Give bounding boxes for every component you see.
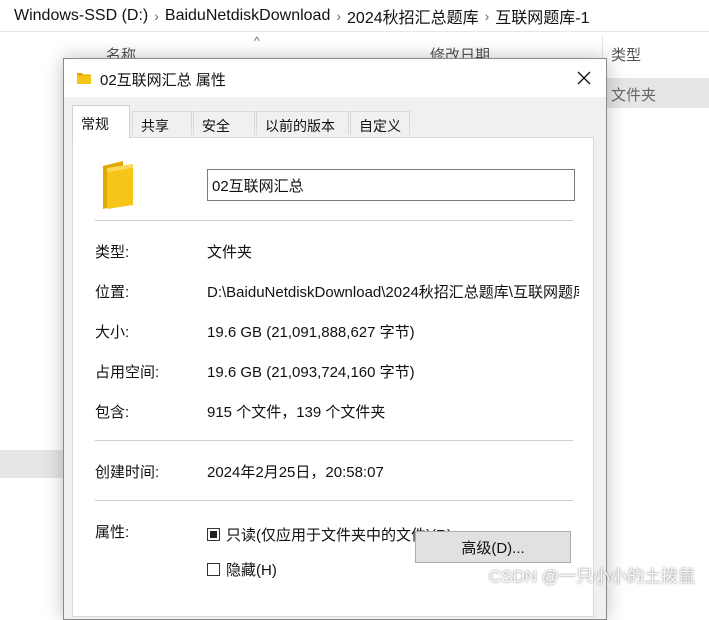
chevron-right-icon: › [336,7,342,24]
divider [95,220,573,221]
selected-row[interactable]: 文件夹 [603,78,709,108]
folder-icon [101,160,135,215]
breadcrumb-item[interactable]: 2024秋招汇总题库 [347,4,479,28]
divider [95,500,573,501]
type-label: 类型: [95,244,130,261]
folder-name-input[interactable] [207,169,575,201]
contains-value: 915 个文件，139 个文件夹 [207,404,386,421]
contains-label: 包含: [95,404,130,421]
watermark: CSDN @一只小小的土拨鼠 [488,567,695,586]
column-header-type[interactable]: 类型 [611,44,641,68]
attributes-label: 属性: [95,524,130,541]
breadcrumb: Windows-SSD (D:) › BaiduNetdiskDownload … [0,0,709,32]
hidden-checkbox-row[interactable]: 隐藏(H) [207,559,277,580]
created-label: 创建时间: [95,464,160,481]
nav-pane-selected-item[interactable] [0,450,64,478]
close-icon [577,71,591,85]
location-value: D:\BaiduNetdiskDownload\2024秋招汇总题库\互联网题库… [207,284,579,301]
size-value: 19.6 GB (21,091,888,627 字节) [207,324,415,341]
created-value: 2024年2月25日，20:58:07 [207,464,384,481]
location-label: 位置: [95,284,130,301]
disk-size-label: 占用空间: [95,364,160,381]
tab-customize[interactable]: 自定义 [350,111,410,135]
dialog-title: 02互联网汇总 属性 [100,72,226,89]
folder-icon [76,70,92,91]
type-value: 文件夹 [207,244,253,261]
tab-general[interactable]: 常规 [72,105,130,138]
tab-security[interactable]: 安全 [193,111,255,135]
properties-dialog: 02互联网汇总 属性 常规 共享 安全 以前的版本 自定义 类型: 文件夹 位置… [63,58,607,620]
general-tab-panel: 类型: 文件夹 位置: D:\BaiduNetdiskDownload\2024… [72,137,594,617]
tab-previous-versions[interactable]: 以前的版本 [256,111,349,135]
close-button[interactable] [562,59,606,97]
breadcrumb-item[interactable]: Windows-SSD (D:) [14,7,148,25]
hidden-checkbox[interactable] [207,563,220,576]
size-label: 大小: [95,324,130,341]
chevron-right-icon: › [154,7,159,24]
tab-sharing[interactable]: 共享 [132,111,192,135]
chevron-right-icon: › [484,7,490,24]
breadcrumb-item[interactable]: 互联网题库-1 [495,4,589,28]
disk-size-value: 19.6 GB (21,093,724,160 字节) [207,364,415,381]
sort-ascending-icon: ^ [254,34,260,48]
breadcrumb-item[interactable]: BaiduNetdiskDownload [165,7,330,25]
readonly-checkbox[interactable] [207,528,220,541]
dialog-titlebar[interactable]: 02互联网汇总 属性 [64,59,606,97]
advanced-button[interactable]: 高级(D)... [415,531,571,563]
row-type-cell: 文件夹 [611,87,657,104]
hidden-label: 隐藏(H) [226,562,277,579]
divider [95,440,573,441]
